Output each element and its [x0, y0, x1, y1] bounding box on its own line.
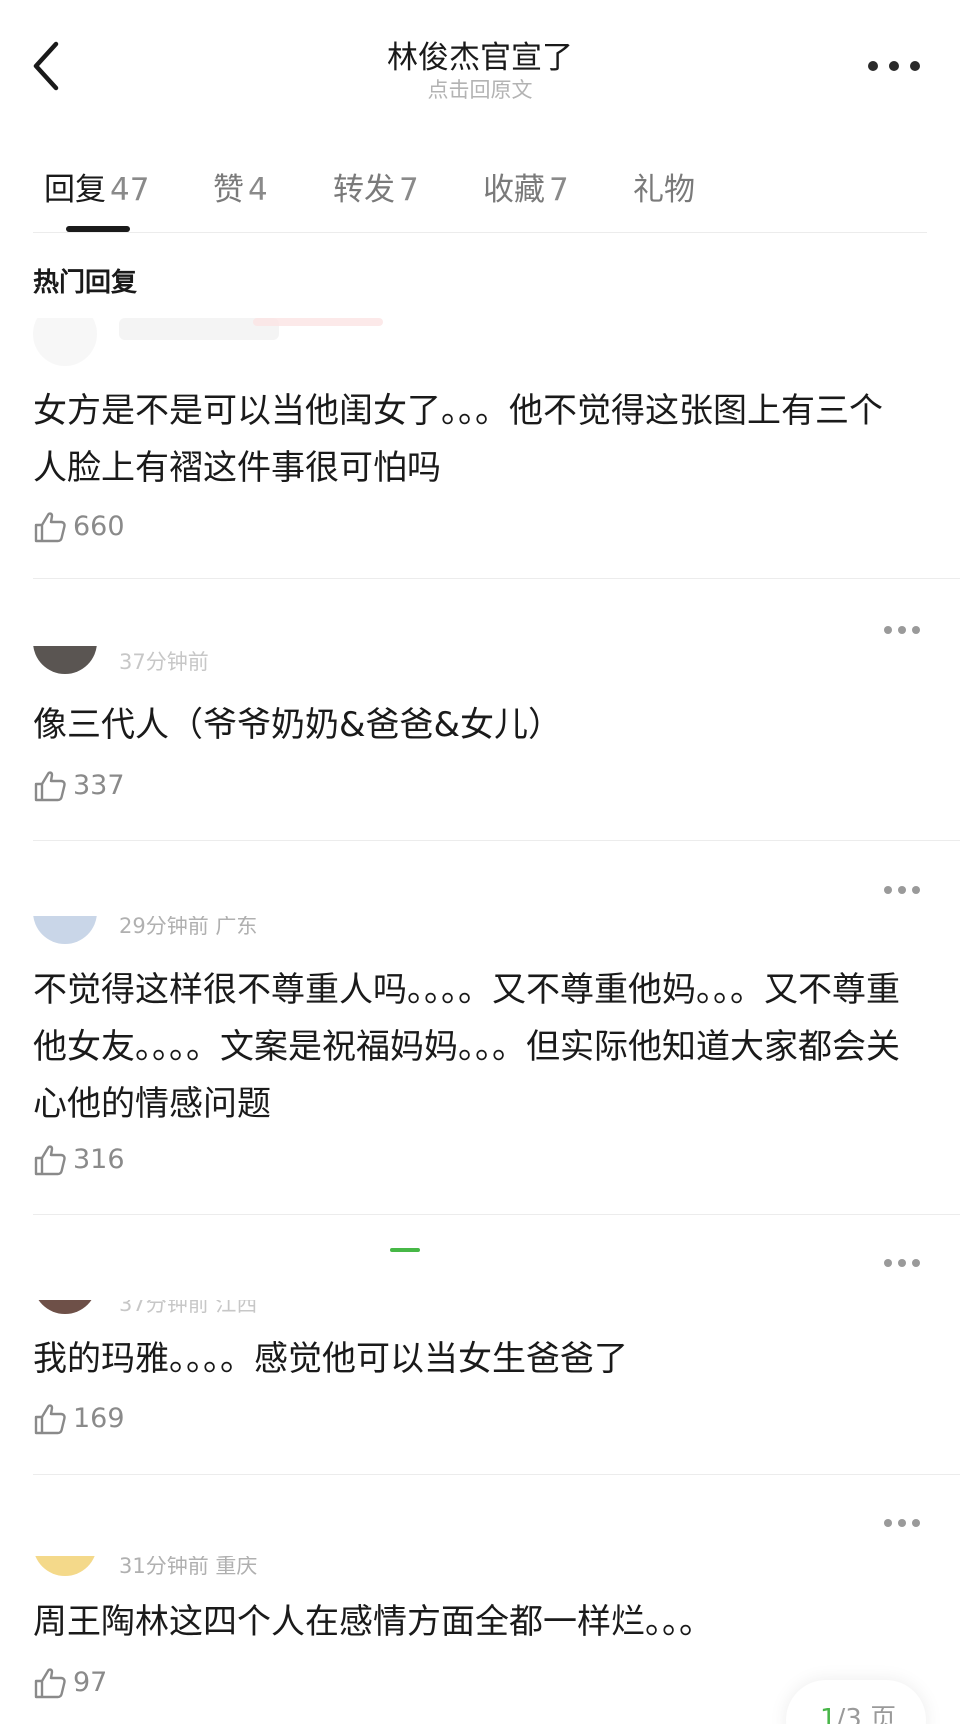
comment-divider	[33, 1474, 960, 1475]
comment-text: 女方是不是可以当他闺女了。。。他不觉得这张图上有三个人脸上有褶这件事很可怕吗	[33, 391, 883, 488]
comment-divider	[33, 1214, 960, 1215]
tab-count: 4	[248, 172, 268, 208]
avatar[interactable]	[33, 1300, 97, 1314]
comment-divider	[33, 840, 960, 841]
current-page: 1	[820, 1704, 837, 1724]
thumb-up-icon	[34, 1668, 66, 1699]
comment-more-button[interactable]	[884, 882, 920, 898]
comment-meta: 37分钟前 江西	[119, 1300, 258, 1316]
top-bar: 林俊杰官宣了 点击回原文	[0, 0, 960, 118]
like-count: 660	[73, 511, 125, 542]
tab-count: 7	[549, 172, 569, 208]
comment-meta: 37分钟前	[119, 650, 209, 674]
tabs-divider	[33, 232, 927, 233]
section-title: 热门回复	[33, 268, 138, 298]
avatar[interactable]	[33, 1556, 97, 1576]
tab-reposts[interactable]: 转发 7	[333, 164, 419, 209]
page-title: 林俊杰官宣了	[387, 40, 573, 76]
tab-label: 收藏	[483, 172, 545, 208]
like-count: 169	[73, 1403, 125, 1434]
tab-replies[interactable]: 回复 47	[44, 164, 149, 209]
avatar[interactable]	[33, 318, 97, 366]
total-pages: /3 页	[836, 1704, 897, 1724]
tab-label: 转发	[333, 172, 395, 208]
comment-meta: 29分钟前 广东	[119, 916, 258, 938]
tab-likes[interactable]: 赞4	[213, 164, 268, 209]
comment-text: 不觉得这样很不尊重人吗。。。。又不尊重他妈。。。又不尊重他女友。。。。文案是祝福…	[33, 970, 900, 1124]
user-badge	[390, 1248, 420, 1252]
thumb-up-icon	[34, 1145, 66, 1176]
comment-more-button[interactable]	[884, 622, 920, 638]
like-count: 97	[73, 1667, 108, 1698]
comment-divider	[33, 578, 960, 579]
comment-header: 31分钟前 重庆	[33, 1556, 933, 1580]
comment-header: 37分钟前	[33, 646, 933, 682]
comment-text: 像三代人（爷爷奶奶&爸爸&女儿）	[33, 705, 563, 745]
comment-text: 周王陶林这四个人在感情方面全都一样烂。。。	[33, 1602, 713, 1642]
tab-favorites[interactable]: 收藏 7	[483, 164, 569, 209]
more-options-button[interactable]	[864, 52, 924, 78]
tab-count: 7	[399, 172, 419, 208]
comment-more-button[interactable]	[884, 1515, 920, 1531]
tab-label: 赞	[213, 172, 244, 208]
comment-header	[33, 318, 933, 368]
tab-bar: 回复 47 赞4 转发 7 收藏 7 礼物	[0, 150, 960, 232]
comment-header: 37分钟前 江西	[33, 1300, 933, 1316]
tab-label: 回复	[44, 172, 106, 208]
back-to-original-link[interactable]: 点击回原文	[0, 74, 960, 104]
thumb-up-icon	[34, 512, 66, 543]
comment-meta: 31分钟前 重庆	[119, 1556, 258, 1578]
like-count: 316	[73, 1144, 125, 1175]
page-indicator-text: 1/3 页	[820, 1698, 896, 1724]
comment-more-button[interactable]	[884, 1255, 920, 1271]
page-indicator[interactable]: 1/3 页	[786, 1680, 926, 1724]
tab-label: 礼物	[633, 172, 695, 208]
avatar[interactable]	[33, 916, 97, 944]
user-badge	[253, 318, 383, 326]
tab-count: 47	[110, 172, 150, 208]
avatar[interactable]	[33, 646, 97, 674]
thumb-up-icon	[34, 1404, 66, 1435]
like-count: 337	[73, 770, 125, 801]
comment-header: 29分钟前 广东	[33, 916, 933, 946]
tab-gifts[interactable]: 礼物	[633, 164, 695, 209]
comment-text: 我的玛雅。。。。感觉他可以当女生爸爸了	[33, 1339, 628, 1379]
thumb-up-icon	[34, 771, 66, 802]
